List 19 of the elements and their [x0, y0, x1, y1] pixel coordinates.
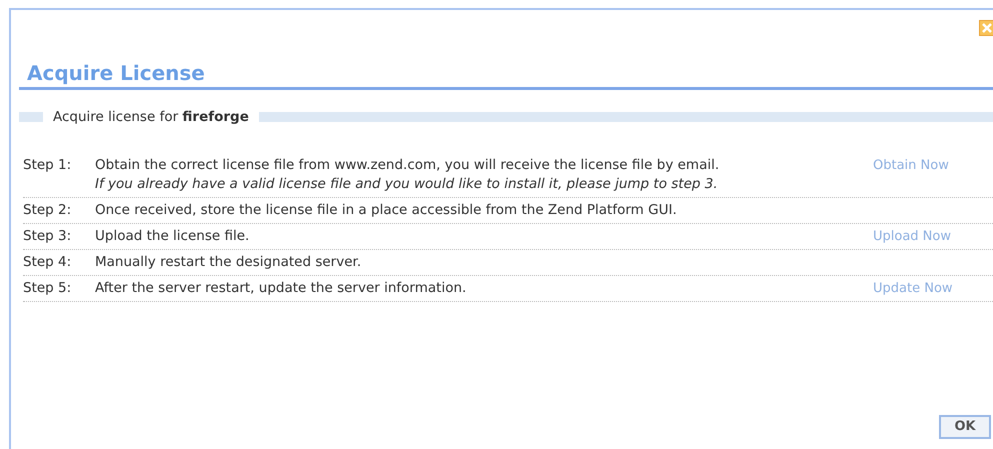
step-label: Step 5: [23, 279, 72, 298]
close-icon[interactable] [979, 20, 993, 36]
dialog-title: Acquire License [27, 60, 206, 86]
step-label: Step 3: [23, 227, 72, 246]
action-link[interactable]: Obtain Now [873, 158, 949, 174]
step-text: After the server restart, update the server information. [95, 279, 468, 298]
step-label: Step 2: [23, 201, 72, 220]
step-note: If you already have a valid license file and you would like to install it, please jump to step 3. [95, 175, 719, 194]
step-label: Step 1: [23, 156, 72, 176]
action-link[interactable]: Update Now [873, 281, 953, 296]
step-text: Obtain the correct license file from www.zend.com, you will receive the license file by email. [95, 156, 720, 176]
ok-button[interactable]: OK [939, 414, 991, 439]
step-label: Step 4: [23, 253, 72, 272]
action-link[interactable]: Upload Now [873, 229, 951, 244]
step-text: Manually restart the designated server. [95, 253, 362, 272]
step-text: Upload the license file. [95, 227, 250, 246]
section-heading: Acquire license for fireforge [52, 108, 250, 127]
heading-bar [19, 112, 43, 122]
step-text: Once received, store the license file in a place accessible from the Zend Platform GUI. [95, 201, 678, 220]
